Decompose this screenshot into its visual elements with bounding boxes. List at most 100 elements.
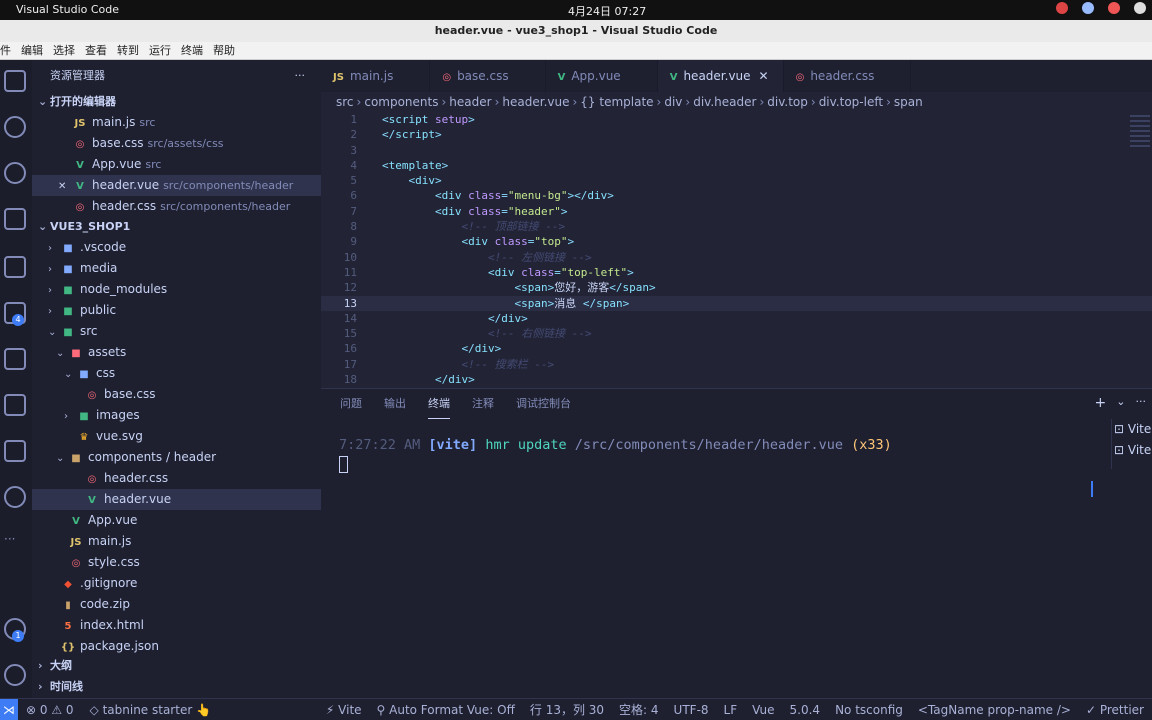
- status-item-6[interactable]: Vue: [752, 699, 774, 720]
- panel-more-icon[interactable]: ···: [1136, 395, 1147, 411]
- panel-tab-0[interactable]: 问题: [340, 389, 362, 419]
- panel-tab-4[interactable]: 调试控制台: [516, 389, 571, 419]
- terminal-instance[interactable]: ⊡ Vite: [1112, 419, 1152, 440]
- menu-item-2[interactable]: 选择: [53, 42, 75, 59]
- tree-item[interactable]: V App.vue: [32, 510, 321, 531]
- minimap[interactable]: [1128, 112, 1152, 152]
- timeline-section[interactable]: › 时间线: [32, 677, 321, 697]
- panel-tab-1[interactable]: 输出: [384, 389, 406, 419]
- tab-base-css[interactable]: ◎ base.css: [430, 60, 546, 92]
- open-editor-item[interactable]: ◎ base.css src/assets/css: [32, 133, 321, 154]
- open-editor-item[interactable]: ✕ Vheader.vue src/components/header: [32, 175, 321, 196]
- tab-main-js[interactable]: JS main.js: [321, 60, 431, 92]
- tab-header-css[interactable]: ◎ header.css: [784, 60, 912, 92]
- terminal-instance[interactable]: ⊡ Vite: [1112, 440, 1152, 461]
- tree-item[interactable]: ◎ style.css: [32, 552, 321, 573]
- tree-item[interactable]: ◎ base.css: [32, 384, 321, 405]
- tree-item[interactable]: {} package.json: [32, 636, 321, 657]
- open-editor-item[interactable]: V App.vue src: [32, 154, 321, 175]
- open-editor-item[interactable]: JS main.js src: [32, 112, 321, 133]
- project-manager-icon[interactable]: [4, 394, 26, 416]
- status-item-8[interactable]: No tsconfig: [835, 699, 903, 720]
- remote-indicator[interactable]: ⋊: [0, 699, 18, 720]
- status-item-9[interactable]: <TagName prop-name />: [918, 699, 1071, 720]
- tree-item[interactable]: ◎ header.css: [32, 468, 321, 489]
- tray-app-icon[interactable]: [1082, 2, 1094, 14]
- tree-item[interactable]: Vheader.vue: [32, 489, 321, 510]
- breadcrumb-item[interactable]: div.top: [767, 95, 808, 109]
- breadcrumb-item[interactable]: div.top-left: [819, 95, 883, 109]
- breadcrumb-item[interactable]: {} template: [580, 95, 653, 109]
- explorer-icon[interactable]: [4, 70, 26, 92]
- terminal-scrollbar[interactable]: [1091, 481, 1093, 497]
- open-editor-item[interactable]: ◎ header.css src/components/header: [32, 196, 321, 217]
- source-control-icon[interactable]: [4, 162, 26, 184]
- tree-item[interactable]: ⌄ ■ assets: [32, 342, 321, 363]
- tab-App-vue[interactable]: V App.vue: [546, 60, 658, 92]
- tree-item[interactable]: ◆ .gitignore: [32, 573, 321, 594]
- tree-item[interactable]: › ■ public: [32, 300, 321, 321]
- tab-header-vue[interactable]: Vheader.vue ✕: [657, 60, 784, 92]
- outline-section[interactable]: › 大纲: [32, 656, 321, 676]
- close-icon[interactable]: ✕: [58, 176, 72, 197]
- python-icon[interactable]: [4, 486, 26, 508]
- tree-item[interactable]: › ■ node_modules: [32, 279, 321, 300]
- menu-item-6[interactable]: 终端: [181, 42, 203, 59]
- menu-item-1[interactable]: 编辑: [21, 42, 43, 59]
- tree-item[interactable]: ♛ vue.svg: [32, 426, 321, 447]
- code-editor[interactable]: 1 <script setup> 2 </script> 3 4 <template> 5 <…: [321, 112, 1152, 388]
- power-icon[interactable]: [1134, 2, 1146, 14]
- menu-item-0[interactable]: 件: [0, 42, 11, 59]
- status-item-2[interactable]: 行 13，列 30: [530, 699, 604, 720]
- explorer-more-button[interactable]: ···: [295, 60, 306, 92]
- status-item-7[interactable]: 5.0.4: [790, 699, 821, 720]
- tray-app-icon-2[interactable]: [1108, 2, 1120, 14]
- breadcrumb-item[interactable]: src: [336, 95, 354, 109]
- status-item-1[interactable]: ⚲ Auto Format Vue: Off: [377, 699, 515, 720]
- tabnine-status[interactable]: ◇ tabnine starter 👆: [90, 699, 211, 720]
- tree-item[interactable]: › ■ .vscode: [32, 237, 321, 258]
- problems-status[interactable]: ⊗ 0 ⚠ 0: [26, 699, 74, 720]
- new-terminal-icon[interactable]: +: [1095, 395, 1107, 411]
- breadcrumb-item[interactable]: header.vue: [502, 95, 569, 109]
- chrome-icon[interactable]: [1056, 2, 1068, 14]
- manage-gear-icon[interactable]: [4, 664, 26, 686]
- status-item-4[interactable]: UTF-8: [674, 699, 709, 720]
- remote-explorer-icon[interactable]: [4, 256, 26, 278]
- status-item-5[interactable]: LF: [724, 699, 738, 720]
- tree-item[interactable]: JS main.js: [32, 531, 321, 552]
- tree-item[interactable]: ⌄ ■ src: [32, 321, 321, 342]
- menu-item-3[interactable]: 查看: [85, 42, 107, 59]
- status-item-3[interactable]: 空格: 4: [619, 699, 659, 720]
- docker-icon[interactable]: [4, 440, 26, 462]
- status-item-0[interactable]: ⚡ Vite: [326, 699, 362, 720]
- run-debug-icon[interactable]: [4, 208, 26, 230]
- menu-item-7[interactable]: 帮助: [213, 42, 235, 59]
- project-header[interactable]: ⌄ VUE3_SHOP1: [32, 217, 321, 237]
- breadcrumb-item[interactable]: header: [449, 95, 491, 109]
- vue-icon[interactable]: [4, 348, 26, 370]
- panel-tab-2[interactable]: 终端: [428, 389, 450, 419]
- menu-item-4[interactable]: 转到: [117, 42, 139, 59]
- tree-item[interactable]: › ■ media: [32, 258, 321, 279]
- close-icon[interactable]: ✕: [759, 69, 769, 83]
- tree-item[interactable]: ⌄ ■ css: [32, 363, 321, 384]
- status-item-10[interactable]: ✓ Prettier: [1086, 699, 1144, 720]
- open-editors-header[interactable]: ⌄ 打开的编辑器: [32, 92, 321, 112]
- terminal-dropdown-icon[interactable]: ⌄: [1116, 395, 1125, 411]
- tree-item[interactable]: ▮ code.zip: [32, 594, 321, 615]
- bottom-panel: 问题 输出 终端 注释 调试控制台 + ⌄ ··· 7:27:22 AM [vite] …: [321, 388, 1152, 698]
- search-icon[interactable]: [4, 116, 26, 138]
- breadcrumb-item[interactable]: div: [664, 95, 682, 109]
- breadcrumb-item[interactable]: div.header: [693, 95, 756, 109]
- breadcrumb-item[interactable]: span: [894, 95, 923, 109]
- tree-item[interactable]: 5 index.html: [32, 615, 321, 636]
- tree-item[interactable]: › ■ images: [32, 405, 321, 426]
- panel-tab-3[interactable]: 注释: [472, 389, 494, 419]
- system-clock[interactable]: 4月24日 07:27: [568, 3, 646, 19]
- menu-item-5[interactable]: 运行: [149, 42, 171, 59]
- breadcrumb-item[interactable]: components: [364, 95, 438, 109]
- terminal-output[interactable]: 7:27:22 AM [vite] hmr update /src/compon…: [339, 437, 892, 473]
- more-icon[interactable]: ···: [4, 532, 26, 554]
- tree-item[interactable]: ⌄ ■ components / header: [32, 447, 321, 468]
